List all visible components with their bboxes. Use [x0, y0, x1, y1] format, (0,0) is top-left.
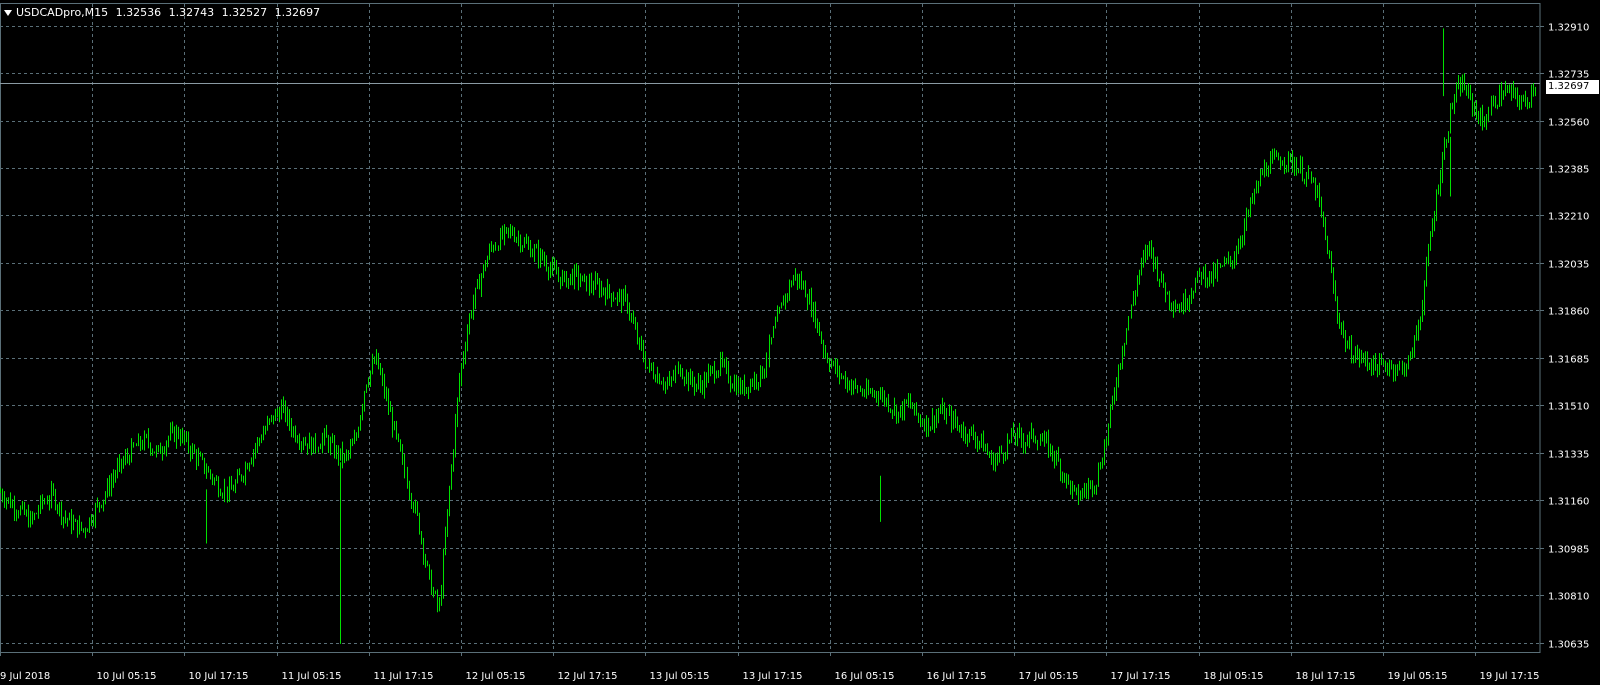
y-tick-label: 1.31160 [1548, 497, 1589, 508]
y-tick-label: 1.32385 [1548, 165, 1589, 176]
y-tick-label: 1.30810 [1548, 592, 1589, 603]
x-tick-label: 11 Jul 05:15 [282, 671, 342, 682]
x-tick-label: 19 Jul 17:15 [1480, 671, 1540, 682]
x-tick-label: 18 Jul 05:15 [1204, 671, 1264, 682]
grid-layer [0, 3, 1541, 653]
low-value: 1.32527 [221, 6, 268, 19]
y-tick-label: 1.32210 [1548, 212, 1589, 223]
x-tick-label: 12 Jul 17:15 [558, 671, 618, 682]
symbol-label: USDCADpro,M15 [16, 6, 109, 19]
x-tick-label: 12 Jul 05:15 [466, 671, 526, 682]
x-tick-label: 11 Jul 17:15 [374, 671, 434, 682]
close-value: 1.32697 [274, 6, 321, 19]
y-tick-label: 1.31510 [1548, 402, 1589, 413]
open-value: 1.32536 [115, 6, 162, 19]
series-layer [0, 28, 1540, 644]
x-tick-label: 10 Jul 05:15 [97, 671, 157, 682]
x-tick-label: 16 Jul 17:15 [927, 671, 987, 682]
x-tick-label: 13 Jul 05:15 [650, 671, 710, 682]
y-tick-label: 1.30635 [1548, 640, 1589, 651]
y-tick-label: 1.32910 [1548, 23, 1589, 34]
y-tick-label: 1.31860 [1548, 307, 1589, 318]
y-tick-label: 1.30985 [1548, 545, 1589, 556]
x-tick-label: 18 Jul 17:15 [1296, 671, 1356, 682]
plot-frame [0, 3, 1541, 653]
y-tick-label: 1.32735 [1548, 70, 1589, 81]
price-chart: 1.32910 1.32735 1.32560 1.32385 1.32210 1.320… [0, 3, 1589, 682]
y-tick-label: 1.31685 [1548, 355, 1589, 366]
dropdown-triangle-icon[interactable] [4, 10, 12, 16]
y-tick-label: 1.32560 [1548, 118, 1589, 129]
current-price-tag: 1.32697 [1546, 80, 1599, 94]
y-tick-label: 1.31335 [1548, 450, 1589, 461]
chart-root: 1.32910 1.32735 1.32560 1.32385 1.32210 1.320… [0, 0, 1600, 685]
x-tick-label: 13 Jul 17:15 [743, 671, 803, 682]
x-tick-label: 16 Jul 05:15 [835, 671, 895, 682]
y-tick-label: 1.32035 [1548, 260, 1589, 271]
chart-header[interactable]: USDCADpro,M15 1.32536 1.32743 1.32527 1.… [4, 6, 324, 19]
x-tick-label: 10 Jul 17:15 [189, 671, 249, 682]
x-tick-label: 17 Jul 17:15 [1111, 671, 1171, 682]
x-tick-label: 17 Jul 05:15 [1019, 671, 1079, 682]
x-tick-label: 9 Jul 2018 [0, 671, 50, 682]
x-tick-label: 19 Jul 05:15 [1388, 671, 1448, 682]
high-value: 1.32743 [168, 6, 215, 19]
